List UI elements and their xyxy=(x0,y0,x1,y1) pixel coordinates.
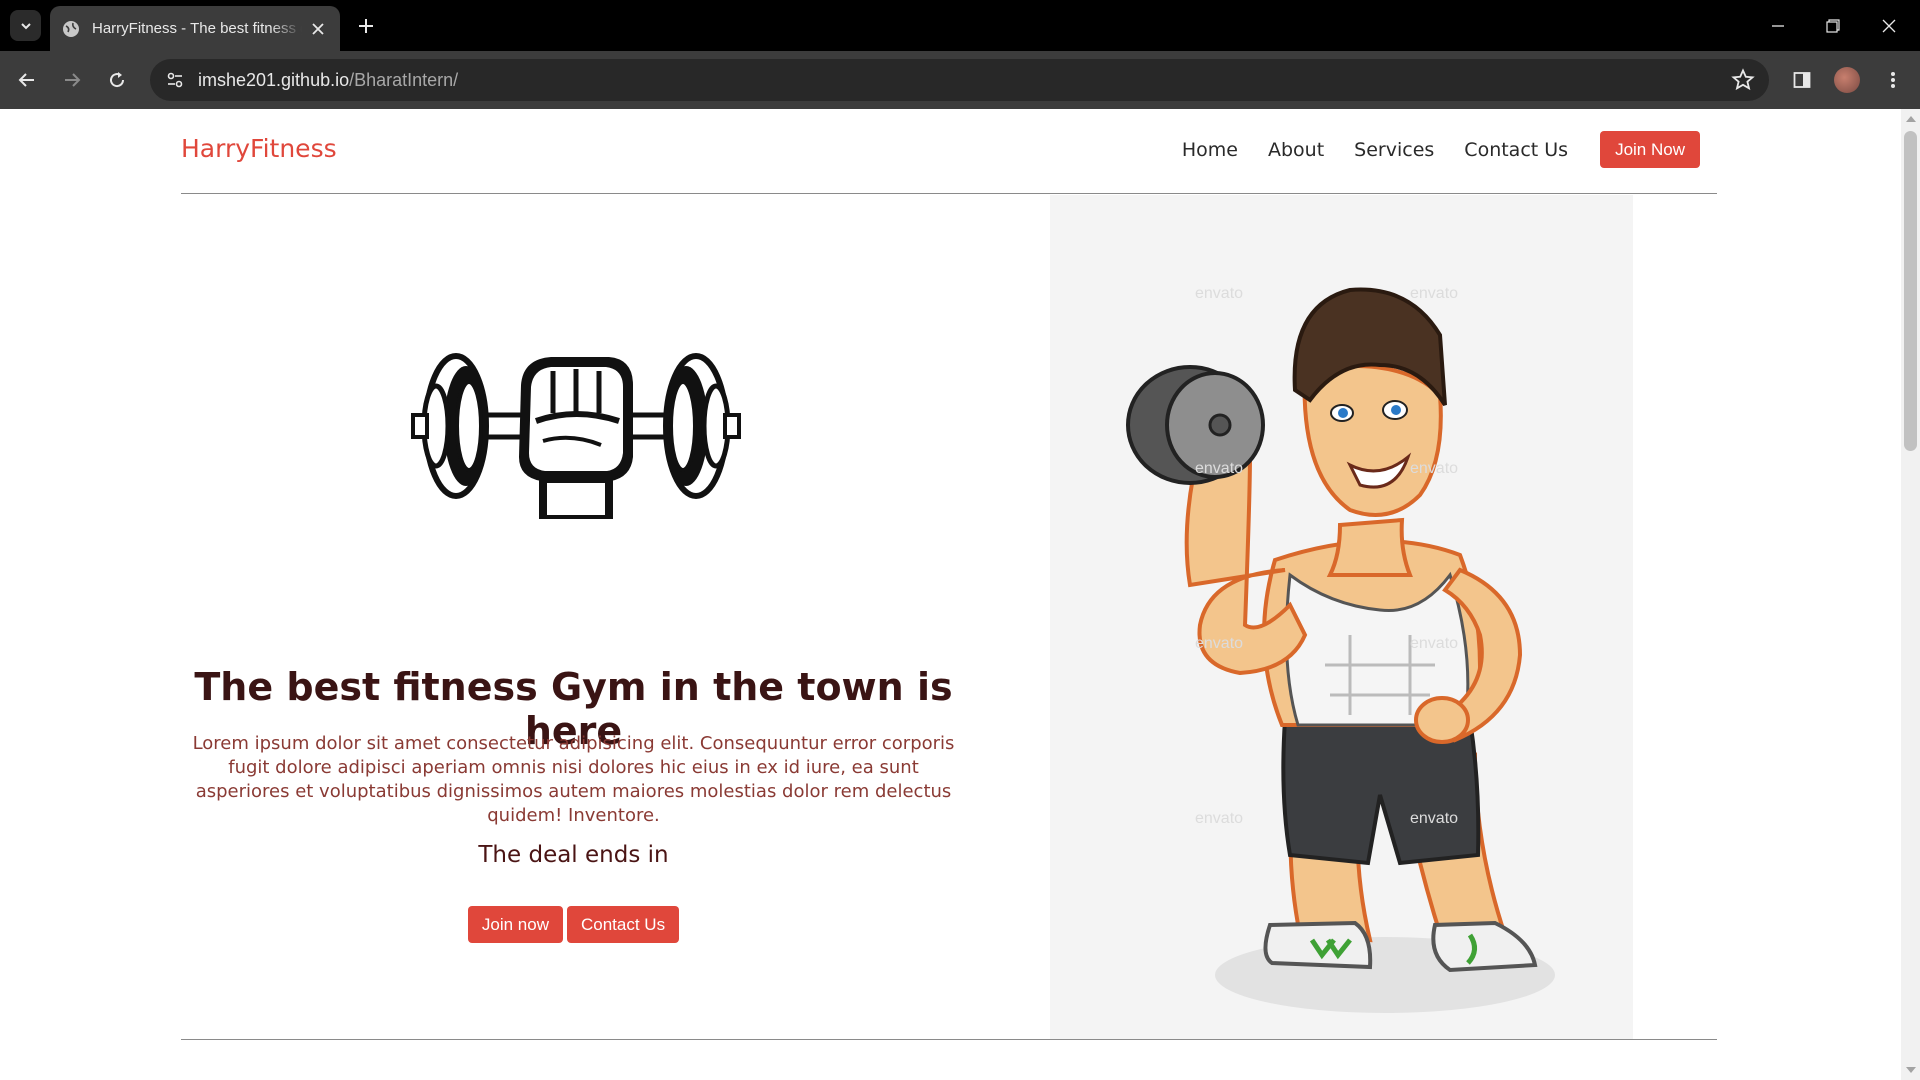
scroll-up-arrow-icon[interactable] xyxy=(1906,116,1916,122)
page-viewport: HarryFitness Home About Services Contact… xyxy=(0,109,1901,1080)
watermark: envato xyxy=(1410,285,1459,302)
url-host: imshe201.github.io xyxy=(198,69,350,90)
globe-icon xyxy=(63,20,79,37)
restore-icon xyxy=(1826,19,1840,33)
scrollbar-thumb[interactable] xyxy=(1904,131,1917,451)
forward-button[interactable] xyxy=(58,66,86,94)
bookmark-star-icon[interactable] xyxy=(1731,68,1755,92)
contact-us-hero-button[interactable]: Contact Us xyxy=(567,906,680,943)
watermark: envato xyxy=(1410,635,1459,652)
watermark: envato xyxy=(1195,460,1244,477)
side-panel-icon xyxy=(1793,72,1811,88)
browser-toolbar: imshe201.github.io/BharatIntern/ xyxy=(0,51,1920,109)
main-nav: Home About Services Contact Us Join Now xyxy=(1182,131,1700,168)
restore-button[interactable] xyxy=(1821,14,1845,38)
hero-buttons: Join now Contact Us xyxy=(181,906,966,943)
back-button[interactable] xyxy=(13,66,41,94)
tune-icon xyxy=(167,72,183,88)
join-now-hero-button[interactable]: Join now xyxy=(467,906,563,943)
side-panel-button[interactable] xyxy=(1788,66,1816,94)
browser-tab-bar: HarryFitness - The best fitness gym xyxy=(0,0,1920,51)
watermark: envato xyxy=(1195,285,1244,302)
site-header: HarryFitness Home About Services Contact… xyxy=(181,109,1717,194)
watermark: envato xyxy=(1410,810,1459,827)
url-text: imshe201.github.io/BharatIntern/ xyxy=(198,70,458,91)
brand-logo-text[interactable]: HarryFitness xyxy=(181,134,337,163)
arrow-right-icon xyxy=(65,73,81,87)
join-now-button[interactable]: Join Now xyxy=(1600,131,1700,168)
url-path: /BharatIntern/ xyxy=(349,69,459,90)
deal-text: The deal ends in xyxy=(478,842,669,868)
watermark: envato xyxy=(1410,460,1459,477)
scroll-down-arrow-icon[interactable] xyxy=(1906,1067,1916,1073)
page-scrollbar[interactable] xyxy=(1901,109,1920,1080)
minimize-icon xyxy=(1772,25,1784,27)
watermark: envato xyxy=(1195,635,1244,652)
address-bar[interactable]: imshe201.github.io/BharatIntern/ xyxy=(150,59,1769,101)
bodybuilder-cartoon-image xyxy=(1126,287,1555,1013)
watermark: envato xyxy=(1195,810,1244,827)
close-window-button[interactable] xyxy=(1877,14,1901,38)
profile-avatar[interactable] xyxy=(1834,67,1860,93)
nav-link-contact[interactable]: Contact Us xyxy=(1464,139,1568,161)
close-icon xyxy=(1882,19,1896,33)
section-divider xyxy=(181,1039,1717,1040)
site-info-button[interactable] xyxy=(162,67,188,93)
chevron-down-icon xyxy=(20,22,31,29)
browser-menu-button[interactable] xyxy=(1879,66,1907,94)
minimize-button[interactable] xyxy=(1766,14,1790,38)
hero-content: The best fitness Gym in the town is here… xyxy=(181,195,1051,1040)
plus-icon xyxy=(359,19,373,33)
reload-icon xyxy=(110,72,125,88)
nav-link-about[interactable]: About xyxy=(1268,139,1324,161)
reload-button[interactable] xyxy=(103,66,131,94)
active-tab[interactable]: HarryFitness - The best fitness gym xyxy=(50,6,340,51)
close-icon xyxy=(312,22,324,35)
tab-title: HarryFitness - The best fitness gym xyxy=(92,20,302,37)
nav-link-home[interactable]: Home xyxy=(1182,139,1238,161)
tab-close-button[interactable] xyxy=(308,19,328,39)
nav-link-services[interactable]: Services xyxy=(1354,139,1434,161)
hero-description: Lorem ipsum dolor sit amet consectetur a… xyxy=(192,733,955,826)
arrow-left-icon xyxy=(18,73,34,87)
new-tab-button[interactable] xyxy=(354,14,378,38)
tab-search-button[interactable] xyxy=(10,10,41,41)
more-vertical-icon xyxy=(1891,72,1895,88)
fist-dumbbell-icon xyxy=(411,353,741,519)
hero-illustration: envato envato envato envato envato envat… xyxy=(1050,195,1633,1040)
